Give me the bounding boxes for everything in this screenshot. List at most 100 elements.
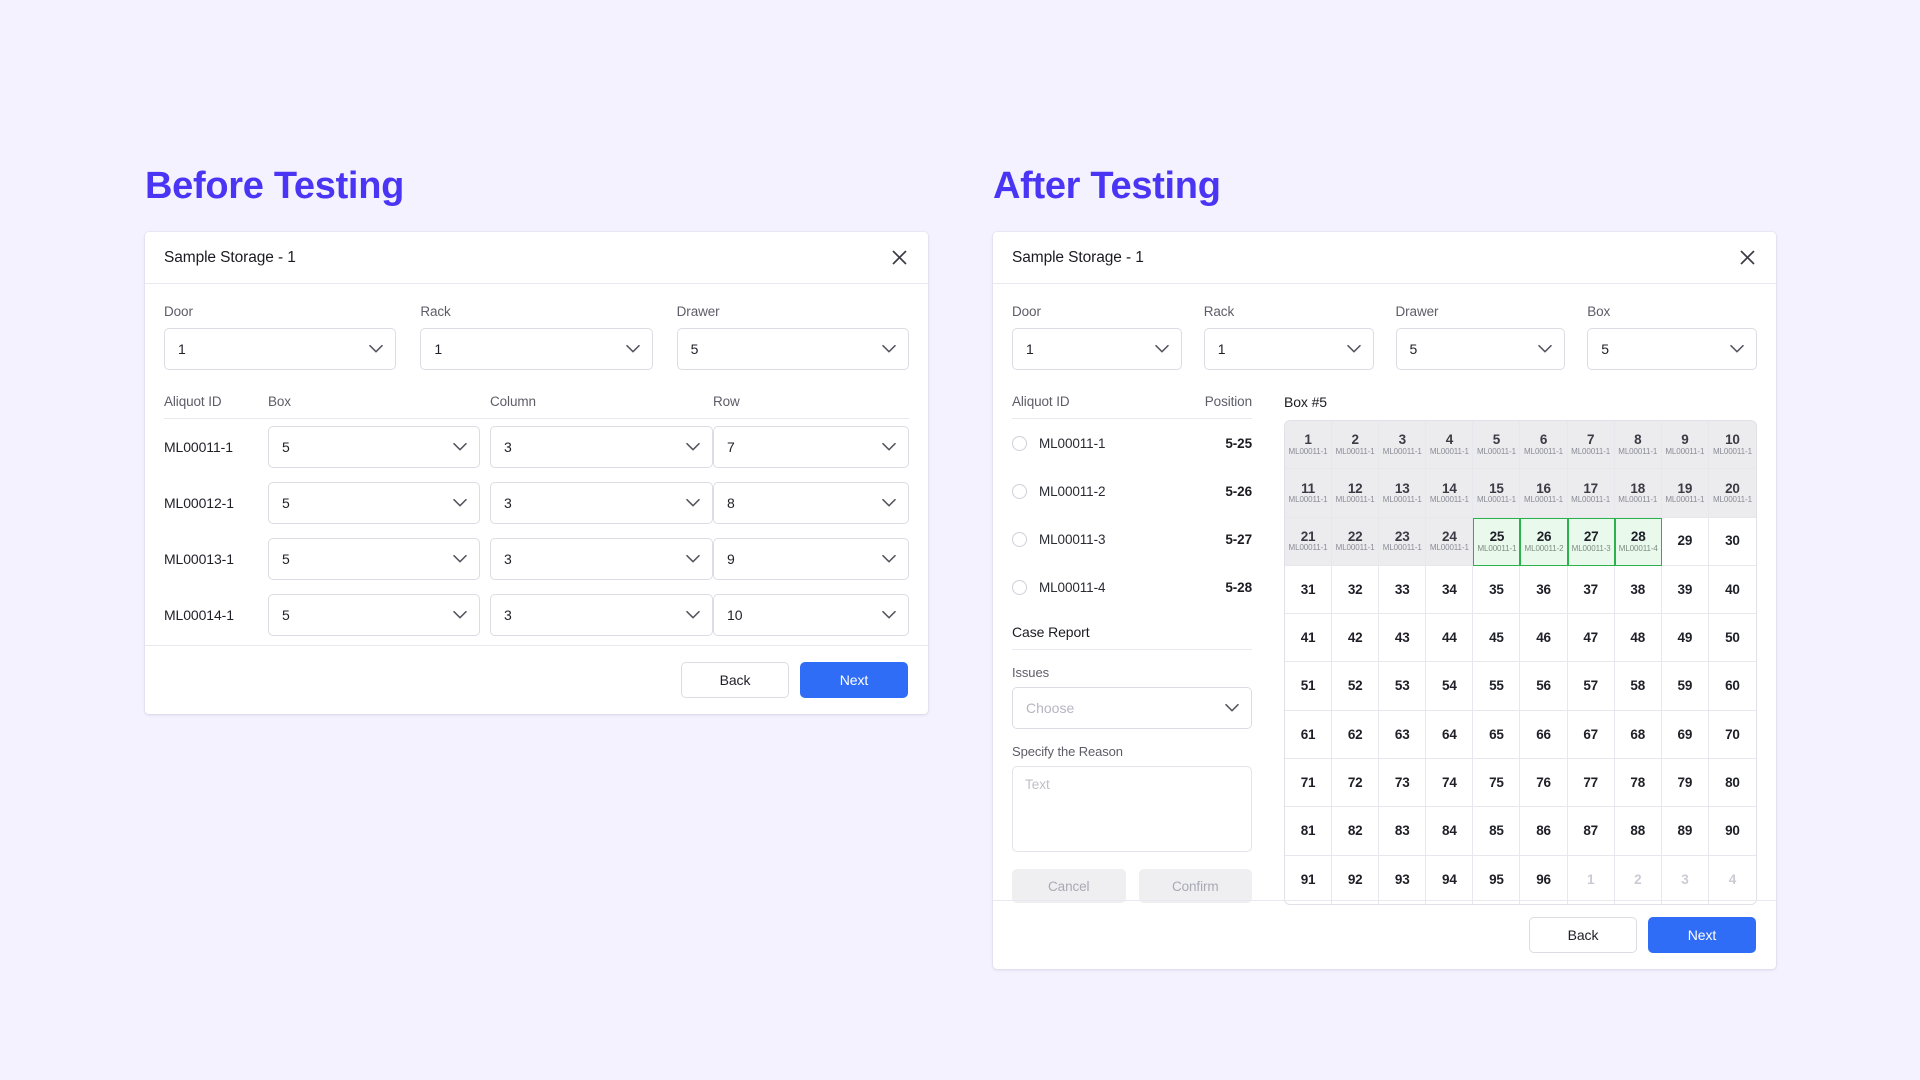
box-grid-cell[interactable]: 41 xyxy=(1285,614,1333,663)
box-grid-cell[interactable]: 44 xyxy=(1426,614,1474,663)
box-grid-cell[interactable]: 95 xyxy=(1473,855,1521,904)
box-grid-cell[interactable]: 10 ML00011-1 xyxy=(1708,421,1756,470)
box-grid-cell[interactable]: 36 xyxy=(1520,565,1568,615)
box-grid-cell[interactable]: 35 xyxy=(1473,565,1521,615)
box-grid-cell[interactable]: 43 xyxy=(1379,614,1427,663)
door-select[interactable]: 1 xyxy=(1012,328,1182,370)
box-grid-cell[interactable]: 17 ML00011-1 xyxy=(1567,469,1615,518)
box-grid-cell[interactable]: 92 xyxy=(1332,855,1380,904)
box-grid-cell[interactable]: 71 xyxy=(1285,759,1333,808)
box-grid-cell[interactable]: 85 xyxy=(1473,807,1521,856)
radio-icon[interactable] xyxy=(1012,579,1027,595)
box-grid-cell[interactable]: 84 xyxy=(1426,807,1474,856)
box-grid-cell[interactable]: 21 ML00011-1 xyxy=(1285,517,1333,566)
box-grid-cell[interactable]: 30 xyxy=(1708,517,1756,566)
box-grid-cell[interactable]: 37 xyxy=(1567,565,1615,615)
box-grid-cell[interactable]: 65 xyxy=(1473,710,1521,760)
box-grid-cell[interactable]: 59 xyxy=(1661,662,1709,711)
box-grid-cell[interactable]: 87 xyxy=(1567,807,1615,856)
box-grid-cell[interactable]: 3 xyxy=(1661,855,1709,904)
cancel-button[interactable]: Cancel xyxy=(1012,869,1126,903)
radio-icon[interactable] xyxy=(1012,435,1027,451)
box-grid-cell[interactable]: 63 xyxy=(1379,710,1427,760)
box-grid-cell[interactable]: 80 xyxy=(1708,759,1756,808)
box-grid-cell[interactable]: 60 xyxy=(1708,662,1756,711)
box-grid-cell[interactable]: 77 xyxy=(1567,759,1615,808)
box-grid-cell[interactable]: 94 xyxy=(1426,855,1474,904)
box-grid-cell[interactable]: 62 xyxy=(1332,710,1380,760)
box-grid-cell[interactable]: 40 xyxy=(1708,565,1756,615)
box-grid-cell[interactable]: 48 xyxy=(1614,614,1662,663)
box-grid-cell[interactable]: 1 ML00011-1 xyxy=(1285,421,1333,470)
box-grid-cell[interactable]: 81 xyxy=(1285,807,1333,856)
box-grid-cell[interactable]: 19 ML00011-1 xyxy=(1661,469,1709,518)
box-grid-cell[interactable]: 45 xyxy=(1473,614,1521,663)
box-grid-cell[interactable]: 11 ML00011-1 xyxy=(1285,469,1333,518)
box-grid-cell[interactable]: 70 xyxy=(1708,710,1756,760)
box-grid-cell[interactable]: 64 xyxy=(1426,710,1474,760)
box-grid-cell[interactable]: 13 ML00011-1 xyxy=(1379,469,1427,518)
box-grid-cell[interactable]: 1 xyxy=(1567,855,1615,904)
box-grid-cell[interactable]: 78 xyxy=(1614,759,1662,808)
box-grid-cell[interactable]: 8 ML00011-1 xyxy=(1614,421,1662,470)
radio-icon[interactable] xyxy=(1012,531,1027,547)
next-button[interactable]: Next xyxy=(1648,917,1756,953)
box-grid-cell[interactable]: 46 xyxy=(1520,614,1568,663)
box-grid-cell[interactable]: 7 ML00011-1 xyxy=(1567,421,1615,470)
drawer-select[interactable]: 5 xyxy=(676,328,909,370)
box-grid-cell[interactable]: 5 ML00011-1 xyxy=(1473,421,1521,470)
box-grid-cell[interactable]: 22 ML00011-1 xyxy=(1332,517,1380,566)
aliquot-list-item[interactable]: ML00011-4 5-28 xyxy=(1012,563,1252,611)
box-grid-cell[interactable]: 54 xyxy=(1426,662,1474,711)
box-grid-cell[interactable]: 26 ML00011-2 xyxy=(1520,517,1568,566)
box-grid-cell[interactable]: 61 xyxy=(1285,710,1333,760)
door-select[interactable]: 1 xyxy=(164,328,397,370)
box-grid-cell[interactable]: 79 xyxy=(1661,759,1709,808)
box-grid-cell[interactable]: 53 xyxy=(1379,662,1427,711)
radio-icon[interactable] xyxy=(1012,483,1027,499)
box-grid-cell[interactable]: 82 xyxy=(1332,807,1380,856)
box-grid-cell[interactable]: 33 xyxy=(1379,565,1427,615)
aliquot-list-item[interactable]: ML00011-1 5-25 xyxy=(1012,419,1252,467)
box-select[interactable]: 5 xyxy=(1587,328,1757,370)
row-select[interactable]: 10 xyxy=(713,594,909,636)
box-grid-cell[interactable]: 27 ML00011-3 xyxy=(1567,517,1615,566)
box-grid-cell[interactable]: 31 xyxy=(1285,565,1333,615)
box-grid-cell[interactable]: 28 ML00011-4 xyxy=(1614,517,1662,566)
box-grid-cell[interactable]: 39 xyxy=(1661,565,1709,615)
box-grid-cell[interactable]: 68 xyxy=(1614,710,1662,760)
box-grid-cell[interactable]: 91 xyxy=(1285,855,1333,904)
box-grid-cell[interactable]: 66 xyxy=(1520,710,1568,760)
box-select[interactable]: 5 xyxy=(268,594,480,636)
row-select[interactable]: 8 xyxy=(713,482,909,524)
column-select[interactable]: 3 xyxy=(490,594,713,636)
box-grid-cell[interactable]: 86 xyxy=(1520,807,1568,856)
box-grid-cell[interactable]: 51 xyxy=(1285,662,1333,711)
box-grid-cell[interactable]: 4 xyxy=(1708,855,1756,904)
box-grid-cell[interactable]: 34 xyxy=(1426,565,1474,615)
aliquot-list-item[interactable]: ML00011-2 5-26 xyxy=(1012,467,1252,515)
confirm-button[interactable]: Confirm xyxy=(1138,869,1252,903)
column-select[interactable]: 3 xyxy=(490,538,713,580)
column-select[interactable]: 3 xyxy=(490,482,713,524)
aliquot-list-item[interactable]: ML00011-3 5-27 xyxy=(1012,515,1252,563)
box-grid-cell[interactable]: 3 ML00011-1 xyxy=(1379,421,1427,470)
box-grid-cell[interactable]: 56 xyxy=(1520,662,1568,711)
issues-select[interactable]: Choose xyxy=(1012,687,1252,729)
box-grid-cell[interactable]: 4 ML00011-1 xyxy=(1426,421,1474,470)
box-grid-cell[interactable]: 58 xyxy=(1614,662,1662,711)
box-grid-cell[interactable]: 83 xyxy=(1379,807,1427,856)
rack-select[interactable]: 1 xyxy=(1203,328,1374,370)
drawer-select[interactable]: 5 xyxy=(1395,328,1566,370)
box-grid-cell[interactable]: 2 xyxy=(1614,855,1662,904)
box-grid-cell[interactable]: 16 ML00011-1 xyxy=(1520,469,1568,518)
box-grid-cell[interactable]: 23 ML00011-1 xyxy=(1379,517,1427,566)
box-grid-cell[interactable]: 6 ML00011-1 xyxy=(1520,421,1568,470)
box-grid-cell[interactable]: 49 xyxy=(1661,614,1709,663)
row-select[interactable]: 9 xyxy=(713,538,909,580)
column-select[interactable]: 3 xyxy=(490,426,713,468)
box-grid-cell[interactable]: 14 ML00011-1 xyxy=(1426,469,1474,518)
box-grid-cell[interactable]: 47 xyxy=(1567,614,1615,663)
next-button[interactable]: Next xyxy=(800,662,908,698)
box-select[interactable]: 5 xyxy=(268,482,480,524)
